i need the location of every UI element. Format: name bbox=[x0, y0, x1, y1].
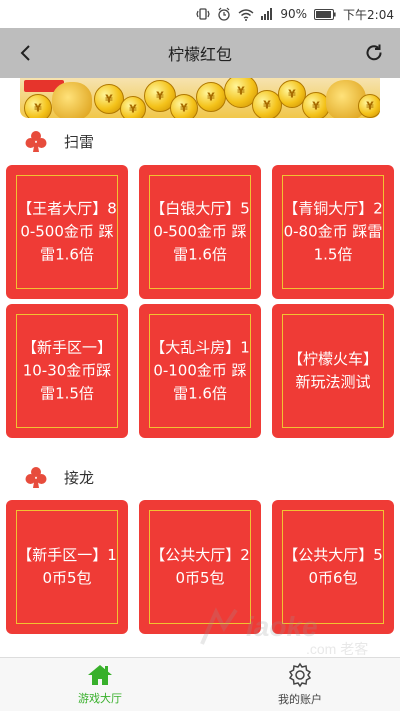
back-arrow-icon[interactable] bbox=[14, 41, 38, 65]
battery-icon bbox=[314, 8, 336, 20]
section-title: 接龙 bbox=[64, 468, 95, 487]
club-icon bbox=[25, 467, 47, 488]
coin-icon: ¥ bbox=[358, 94, 380, 118]
room-card[interactable]: 【青铜大厅】20-80金币 踩雷1.5倍 bbox=[272, 165, 394, 299]
room-card[interactable]: 【白银大厅】50-500金币 踩雷1.6倍 bbox=[139, 165, 261, 299]
section-title: 扫雷 bbox=[64, 132, 95, 151]
room-card-label: 【新手区一】 10-30金币踩雷1.5倍 bbox=[21, 338, 112, 403]
svg-text:.com 老客: .com 老客 bbox=[306, 641, 368, 657]
refresh-icon[interactable] bbox=[362, 41, 386, 65]
coin-icon: ¥ bbox=[120, 96, 146, 118]
coin-icon: ¥ bbox=[170, 94, 198, 118]
wifi-icon bbox=[238, 8, 254, 21]
room-card[interactable]: 【新手区一】 10-30金币踩雷1.5倍 bbox=[6, 304, 128, 438]
status-bar: 90% 下午2:04 bbox=[0, 0, 400, 28]
nav-my-account[interactable]: 我的账户 bbox=[200, 658, 400, 711]
coin-icon: ¥ bbox=[196, 82, 226, 112]
room-card-label: 【青铜大厅】20-80金币 踩雷1.5倍 bbox=[283, 199, 383, 264]
room-card-label: 【公共大厅】20币5包 bbox=[150, 546, 250, 587]
room-card-label: 【柠檬火车】新玩法测试 bbox=[287, 350, 378, 391]
nav-label: 游戏大厅 bbox=[78, 692, 122, 705]
section-header-jielong: 接龙 bbox=[24, 464, 94, 490]
room-card[interactable]: 【柠檬火车】新玩法测试 bbox=[272, 304, 394, 438]
nav-game-hall[interactable]: 游戏大厅 bbox=[0, 658, 200, 711]
home-icon bbox=[88, 665, 112, 685]
room-card-label: 【新手区一】10币5包 bbox=[17, 546, 117, 587]
bottom-nav: 游戏大厅 我的账户 bbox=[0, 657, 400, 711]
vibrate-icon bbox=[196, 7, 211, 21]
room-card-label: 【公共大厅】50币6包 bbox=[283, 546, 383, 587]
room-card-label: 【白银大厅】50-500金币 踩雷1.6倍 bbox=[150, 199, 250, 264]
room-card[interactable]: 【大乱斗房】10-100金币 踩雷1.6倍 bbox=[139, 304, 261, 438]
section-header-saolei: 扫雷 bbox=[24, 128, 94, 154]
money-bag-icon bbox=[52, 82, 92, 118]
club-icon bbox=[25, 131, 47, 152]
coin-icon: ¥ bbox=[24, 94, 52, 118]
app-bar: 柠檬红包 bbox=[0, 28, 400, 78]
alarm-icon bbox=[217, 7, 231, 21]
svg-text:iaoke: iaoke bbox=[246, 611, 318, 642]
clock-time: 下午2:04 bbox=[343, 7, 394, 22]
battery-percent: 90% bbox=[280, 7, 308, 21]
signal-icon bbox=[261, 8, 273, 20]
page-title: 柠檬红包 bbox=[167, 45, 232, 64]
watermark: iaoke .com 老客 bbox=[196, 604, 396, 662]
promo-banner[interactable]: ¥ ¥ ¥ ¥ ¥ ¥ ¥ ¥ ¥ ¥ ¥ bbox=[20, 78, 380, 118]
nav-label: 我的账户 bbox=[278, 693, 322, 706]
room-card[interactable]: 【新手区一】10币5包 bbox=[6, 500, 128, 634]
gear-icon bbox=[288, 662, 312, 688]
room-card-label: 【王者大厅】80-500金币 踩雷1.6倍 bbox=[17, 199, 117, 264]
room-card-label: 【大乱斗房】10-100金币 踩雷1.6倍 bbox=[150, 338, 250, 403]
room-card[interactable]: 【王者大厅】80-500金币 踩雷1.6倍 bbox=[6, 165, 128, 299]
